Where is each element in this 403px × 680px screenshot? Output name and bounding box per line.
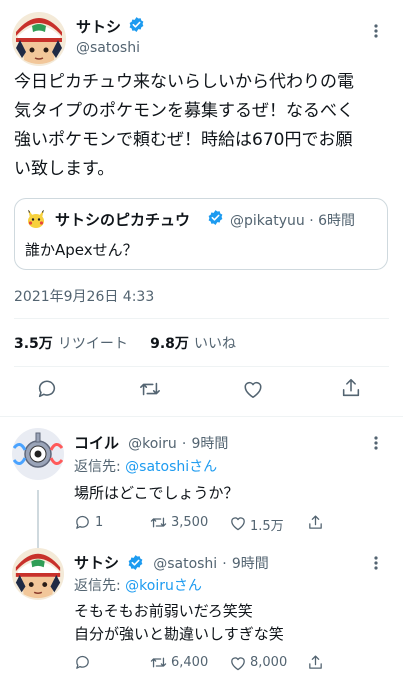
- reply-icon[interactable]: [74, 514, 91, 531]
- more-options-icon[interactable]: [374, 436, 378, 453]
- replying-to-prefix: 返信先:: [74, 578, 126, 594]
- reply-time[interactable]: 9時間: [232, 556, 269, 572]
- author-name[interactable]: サトシ: [76, 16, 121, 37]
- quoted-author-handle: @pikatyuu · 6時間: [230, 210, 355, 230]
- engagement-stats: 3.5万 リツイート 9.8万 いいね: [14, 333, 236, 353]
- avatar-satoshi[interactable]: [12, 548, 64, 600]
- quoted-tweet[interactable]: サトシのピカチュウ @pikatyuu · 6時間 誰かApexせん？: [14, 198, 388, 270]
- quoted-text: 誰かApexせん？: [25, 241, 138, 259]
- avatar-koiru[interactable]: [12, 428, 64, 480]
- retweets-label[interactable]: リツイート: [58, 336, 128, 352]
- verified-badge-icon: [207, 209, 224, 226]
- quoted-handle[interactable]: @pikatyuu: [230, 213, 305, 229]
- like-icon[interactable]: [229, 655, 247, 671]
- like-icon[interactable]: [242, 379, 264, 399]
- retweet-count[interactable]: 6,400: [171, 655, 208, 670]
- likes-label[interactable]: いいね: [194, 336, 236, 352]
- tweet-timestamp[interactable]: 2021年9月26日 4:33: [14, 286, 154, 306]
- retweet-count[interactable]: 3,500: [171, 515, 208, 530]
- quoted-time[interactable]: 6時間: [318, 213, 355, 229]
- reply-header: コイル @koiru · 9時間: [74, 432, 228, 453]
- reply-icon[interactable]: [36, 378, 58, 400]
- tweet-text-line: 強いポケモンで頼むぜ！時給は670円でお願: [14, 130, 353, 150]
- separator-dot: ·: [222, 556, 227, 572]
- like-count[interactable]: 1.5万: [250, 515, 284, 534]
- reply-header: サトシ @satoshi · 9時間: [74, 552, 269, 573]
- reply-text-line: 自分が強いと勘違いしすぎな笑: [74, 625, 284, 643]
- share-icon[interactable]: [340, 377, 362, 399]
- retweet-icon[interactable]: [149, 654, 168, 671]
- separator-dot: ·: [309, 213, 314, 229]
- more-options-icon[interactable]: [374, 24, 378, 41]
- reply-text: そもそもお前弱いだろ笑笑 自分が強いと勘違いしすぎな笑: [74, 600, 284, 646]
- share-icon[interactable]: [307, 654, 324, 671]
- tweet-text-line: 今日ピカチュウ来ないらしいから代わりの電: [14, 72, 354, 92]
- retweet-icon[interactable]: [138, 378, 162, 400]
- replying-to-prefix: 返信先:: [74, 459, 126, 475]
- replying-to-suffix: さん: [189, 459, 218, 475]
- like-icon[interactable]: [229, 515, 247, 531]
- tweet-text: 今日ピカチュウ来ないらしいから代わりの電 気タイプのポケモンを募集するぜ！なるべ…: [14, 68, 399, 184]
- reply-author-name[interactable]: コイル: [74, 434, 119, 452]
- avatar-satoshi[interactable]: [12, 12, 66, 66]
- separator-dot: ·: [181, 436, 187, 452]
- section-divider: [0, 416, 403, 417]
- quoted-author-name[interactable]: サトシのピカチュウ: [55, 209, 190, 230]
- reply-action-bar: 1 3,500 1.5万: [74, 514, 394, 534]
- reply-text: 場所はどこでしょうか？: [74, 482, 239, 505]
- tweet-text-line: 気タイプのポケモンを募集するぜ！なるべく: [14, 101, 354, 121]
- retweet-icon[interactable]: [149, 514, 168, 531]
- thread-line: [37, 490, 39, 548]
- retweets-count[interactable]: 3.5万: [14, 336, 53, 352]
- reply-time[interactable]: 9時間: [191, 436, 228, 452]
- verified-badge-icon: [128, 16, 145, 33]
- avatar-pikachu[interactable]: [25, 207, 47, 229]
- author-handle[interactable]: @satoshi: [76, 40, 140, 56]
- reply-icon[interactable]: [74, 654, 91, 671]
- divider: [14, 318, 389, 319]
- likes-count[interactable]: 9.8万: [150, 336, 189, 352]
- share-icon[interactable]: [307, 514, 324, 531]
- verified-badge-icon: [127, 554, 144, 571]
- like-count[interactable]: 8,000: [250, 655, 287, 670]
- tweet-text-line: い致します。: [14, 159, 115, 179]
- replying-to-handle[interactable]: @satoshi: [125, 459, 189, 475]
- reply-action-bar: 6,400 8,000: [74, 654, 394, 674]
- reply-author-handle[interactable]: @koiru: [128, 436, 177, 452]
- replying-to-suffix: さん: [173, 578, 202, 594]
- reply-text-line: 場所はどこでしょうか？: [74, 484, 239, 502]
- replying-to: 返信先: @koiruさん: [74, 575, 202, 595]
- more-options-icon[interactable]: [374, 556, 378, 573]
- replying-to: 返信先: @satoshiさん: [74, 456, 217, 476]
- replying-to-handle[interactable]: @koiru: [125, 578, 174, 594]
- reply-author-handle[interactable]: @satoshi: [153, 556, 217, 572]
- divider: [14, 366, 389, 367]
- reply-text-line: そもそもお前弱いだろ笑笑: [74, 602, 253, 620]
- reply-author-name[interactable]: サトシ: [74, 554, 119, 572]
- reply-count[interactable]: 1: [95, 515, 103, 530]
